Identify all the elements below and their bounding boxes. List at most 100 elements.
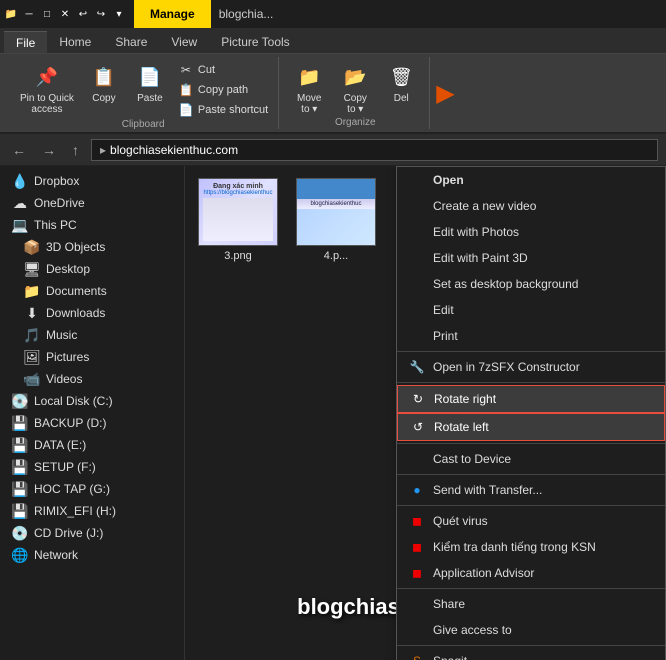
sidebar-item-rimix-efi-h[interactable]: 💾 RIMIX_EFI (H:) [0,500,184,522]
ctx-print[interactable]: Print [397,323,665,349]
network-icon: 🌐 [12,547,28,563]
ctx-virus-label: Quét virus [433,514,488,528]
sidebar-item-desktop[interactable]: 🖥 Desktop [0,258,184,280]
ctx-edit[interactable]: Edit [397,297,665,323]
documents-icon: 📁 [24,283,40,299]
sidebar-item-local-disk-c[interactable]: 💽 Local Disk (C:) [0,390,184,412]
ctx-snagit[interactable]: S Snagit [397,648,665,660]
window-title: blogchia... [211,7,274,21]
ctx-send-transfer[interactable]: ● Send with Transfer... [397,477,665,503]
close-icon[interactable]: ✕ [58,7,72,21]
sidebar-pictures-label: Pictures [46,350,89,364]
sidebar-item-data-e[interactable]: 💾 DATA (E:) [0,434,184,456]
sidebar-item-dropbox[interactable]: 💧 Dropbox [0,170,184,192]
ctx-share[interactable]: Share [397,591,665,617]
sidebar-item-hoc-tap-g[interactable]: 💾 HOC TAP (G:) [0,478,184,500]
paste-button[interactable]: 📄 Paste [130,61,170,106]
ctx-sep-2 [397,382,665,383]
ctx-edit-paint3d[interactable]: Edit with Paint 3D [397,245,665,271]
delete-button[interactable]: 🗑 Del [381,61,421,106]
sidebar-item-documents[interactable]: 📁 Documents [0,280,184,302]
move-to-button[interactable]: 📁 Moveto ▾ [289,61,329,117]
ctx-cast-device[interactable]: Cast to Device [397,446,665,472]
copy-button[interactable]: 📋 Copy [84,61,124,106]
sidebar-3d-objects-label: 3D Objects [46,240,105,254]
ctx-application-advisor[interactable]: ◼ Application Advisor [397,560,665,586]
pin-quick-access-button[interactable]: 📌 Pin to Quickaccess [16,61,78,117]
sidebar-item-3d-objects[interactable]: 📦 3D Objects [0,236,184,258]
quick-access-icon[interactable]: ↩ [76,7,90,21]
file-area: Đang xác minh https://blogchiasekienthuc… [185,166,666,660]
copy-to-button[interactable]: 📂 Copyto ▾ [335,61,375,117]
file-name-3png: 3.png [224,250,252,262]
paste-shortcut-icon: 📄 [178,102,194,118]
back-button[interactable]: ← [8,140,30,160]
sidebar-item-onedrive[interactable]: ☁ OneDrive [0,192,184,214]
sidebar-item-this-pc[interactable]: 💻 This PC [0,214,184,236]
thumb-img-3: Đang xác minh https://blogchiasekienthuc [199,179,277,245]
ctx-sep-7 [397,645,665,646]
cut-small-button[interactable]: ✂ Cut [176,61,270,79]
manage-tab[interactable]: Manage [134,0,211,28]
maximize-icon[interactable]: □ [40,7,54,21]
copy-path-button[interactable]: 📋 Copy path [176,81,270,99]
forward-button[interactable]: → [38,140,60,160]
sidebar-item-cd-drive-j[interactable]: 💿 CD Drive (J:) [0,522,184,544]
up-button[interactable]: ↑ [68,140,83,160]
sidebar-item-network[interactable]: 🌐 Network [0,544,184,566]
ctx-quay-virus[interactable]: ◼ Quét virus [397,508,665,534]
sidebar-desktop-label: Desktop [46,262,90,276]
context-menu: Open Create a new video Edit with Photos… [396,166,666,660]
address-path[interactable]: ▸ blogchiasekienthuc.com [91,139,658,161]
ctx-7zsfx-label: Open in 7zSFX Constructor [433,360,580,374]
ctx-cast-label: Cast to Device [433,452,511,466]
redo-icon[interactable]: ↪ [94,7,108,21]
delete-icon: 🗑 [387,63,415,91]
ctx-open-7zsfx[interactable]: 🔧 Open in 7zSFX Constructor [397,354,665,380]
ctx-sep-1 [397,351,665,352]
sidebar-item-downloads[interactable]: ⬇ Downloads [0,302,184,324]
ctx-set-desktop-bg[interactable]: Set as desktop background [397,271,665,297]
ribbon-group-clipboard: 📌 Pin to Quickaccess 📋 Copy 📄 Paste ✂ Cu… [8,57,279,129]
sidebar-item-setup-f[interactable]: 💾 SETUP (F:) [0,456,184,478]
tab-view[interactable]: View [159,31,209,53]
ctx-rotate-right-icon: ↻ [410,391,426,407]
hoc-tap-g-icon: 💾 [12,481,28,497]
file-item-4png[interactable]: blogchiasekienthuc 4.p... [291,174,381,266]
sidebar-local-disk-c-label: Local Disk (C:) [34,394,113,408]
dropbox-icon: 💧 [12,173,28,189]
onedrive-icon: ☁ [12,195,28,211]
tab-picture-tools[interactable]: Picture Tools [209,31,301,53]
minimize-icon[interactable]: ─ [22,7,36,21]
sidebar-setup-f-label: SETUP (F:) [34,460,96,474]
this-pc-icon: 💻 [12,217,28,233]
tab-home[interactable]: Home [47,31,103,53]
ctx-create-video[interactable]: Create a new video [397,193,665,219]
downloads-icon: ⬇ [24,305,40,321]
ctx-share-label: Share [433,597,465,611]
ctx-snagit-icon: S [409,653,425,660]
dropdown-icon[interactable]: ▾ [112,7,126,21]
ctx-open-icon [409,172,425,188]
ctx-rotate-left[interactable]: ↺ Rotate left [397,413,665,441]
sidebar-videos-label: Videos [46,372,82,386]
ctx-cast-icon [409,451,425,467]
paste-shortcut-button[interactable]: 📄 Paste shortcut [176,101,270,119]
tab-share[interactable]: Share [103,31,159,53]
sidebar-item-pictures[interactable]: 🖼 Pictures [0,346,184,368]
thumb-img-4: blogchiasekienthuc [297,179,375,245]
sidebar-item-videos[interactable]: 📹 Videos [0,368,184,390]
copy-label: Copy [92,93,115,104]
ctx-open[interactable]: Open [397,167,665,193]
file-item-3png[interactable]: Đang xác minh https://blogchiasekienthuc… [193,174,283,266]
ctx-kiem-tra[interactable]: ◼ Kiểm tra danh tiếng trong KSN [397,534,665,560]
sidebar-item-backup-d[interactable]: 💾 BACKUP (D:) [0,412,184,434]
tab-file[interactable]: File [4,31,47,53]
ctx-7zsfx-icon: 🔧 [409,359,425,375]
ctx-rotate-right[interactable]: ↻ Rotate right [397,385,665,413]
sidebar-item-music[interactable]: 🎵 Music [0,324,184,346]
ctx-sep-5 [397,505,665,506]
copy-path-label: Copy path [198,84,248,96]
ctx-edit-photos[interactable]: Edit with Photos [397,219,665,245]
ctx-give-access[interactable]: Give access to [397,617,665,643]
